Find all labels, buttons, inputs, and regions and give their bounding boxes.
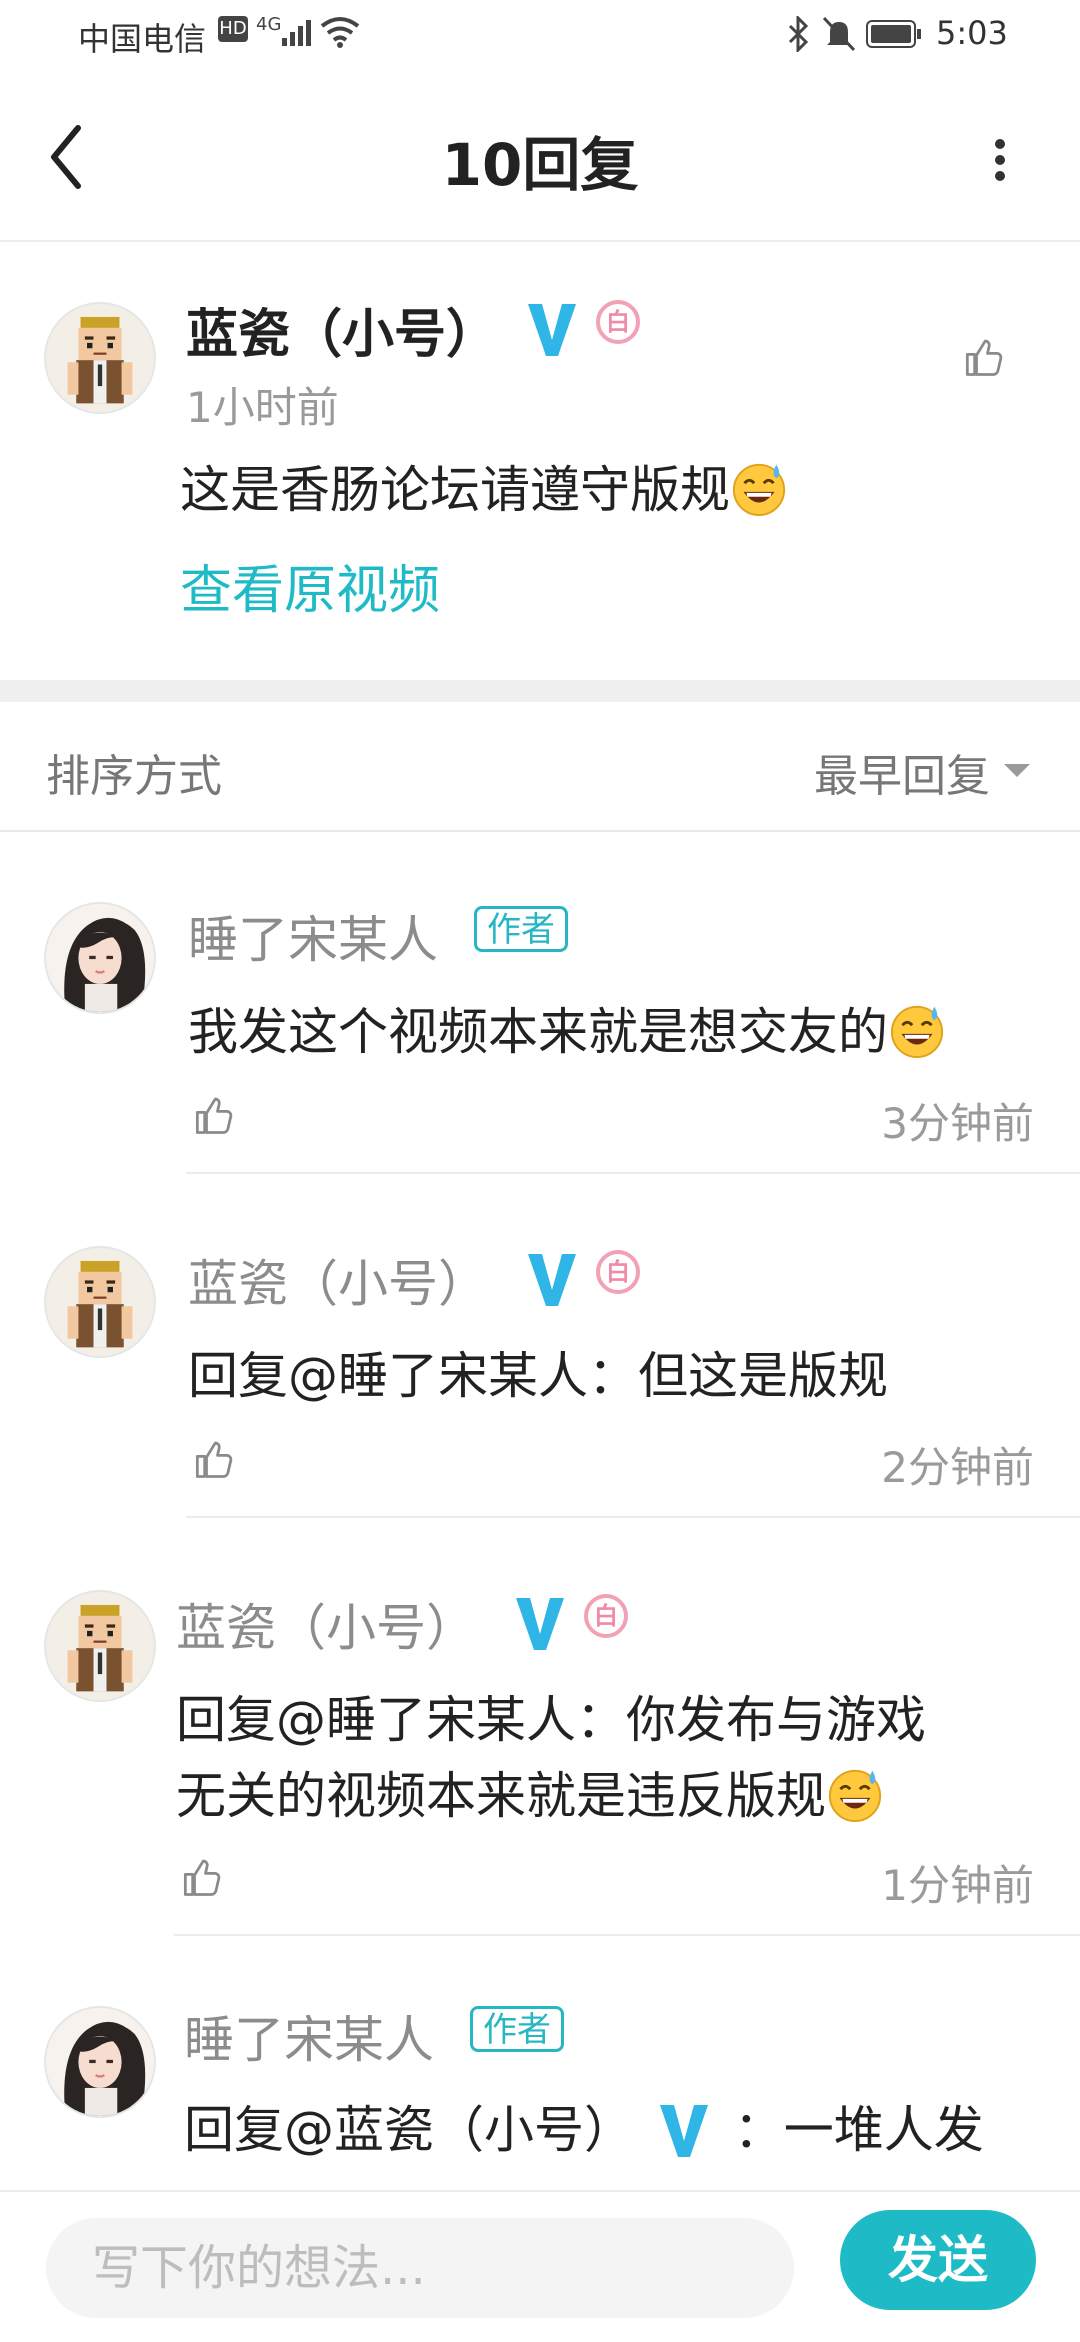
network-type-label: 4G — [256, 14, 282, 35]
comment-input-bar: 写下你的想法... 发送 — [0, 2190, 1080, 2342]
like-thumb-icon[interactable] — [960, 336, 1004, 380]
reply-time: 3分钟前 — [881, 1099, 1034, 1148]
verified-v-icon — [656, 2099, 712, 2161]
reply-author-name[interactable]: 蓝瓷（小号） — [188, 1244, 488, 1316]
bluetooth-icon — [788, 16, 809, 52]
page-title: 10回复 — [441, 131, 639, 199]
sort-bar: 排序方式 最早回复 — [0, 702, 1080, 832]
send-button[interactable]: 发送 — [840, 2210, 1036, 2310]
like-thumb-icon[interactable] — [190, 1094, 234, 1138]
reply-item: 蓝瓷（小号） 白 回复@睡了宋某人：你发布与游戏 无关的视频本来就是违反版规 1… — [0, 1518, 1080, 1936]
author-tag: 作者 — [474, 906, 568, 952]
post-author-name[interactable]: 蓝瓷（小号） — [186, 292, 498, 367]
level-badge: 白 — [584, 1594, 628, 1638]
reply-author-name[interactable]: 睡了宋某人 — [188, 900, 438, 972]
reply-author-name[interactable]: 睡了宋某人 — [184, 2000, 434, 2072]
verified-v-icon — [512, 1592, 568, 1654]
section-divider — [0, 680, 1080, 702]
author-tag: 作者 — [470, 2006, 564, 2052]
post-time: 1小时前 — [186, 383, 339, 432]
avatar[interactable] — [44, 302, 156, 414]
nav-bar: 10回复 — [0, 72, 1080, 242]
sweat-smile-emoji-icon — [826, 1765, 884, 1823]
reply-text: 回复@蓝瓷（小号） ：一堆人发 — [184, 2099, 984, 2161]
reply-time: 2分钟前 — [881, 1443, 1034, 1492]
reply-text: 我发这个视频本来就是想交友的 — [188, 992, 946, 1064]
reply-author-name[interactable]: 蓝瓷（小号） — [176, 1588, 476, 1660]
reply-item: 蓝瓷（小号） 白 回复@睡了宋某人：但这是版规 2分钟前 — [0, 1174, 1080, 1518]
reply-item: 睡了宋某人 作者 回复@蓝瓷（小号） ：一堆人发 — [0, 1936, 1080, 2190]
level-badge: 白 — [596, 300, 640, 344]
verified-v-icon — [524, 298, 580, 360]
clock-label: 5:03 — [936, 14, 1008, 52]
reply-text: 回复@睡了宋某人：但这是版规 — [188, 1347, 888, 1405]
reply-text-line: 回复@睡了宋某人：你发布与游戏 — [176, 1691, 926, 1749]
sweat-smile-emoji-icon — [888, 1001, 946, 1059]
mute-bell-icon — [822, 16, 856, 52]
status-bar: 中国电信 HD 4G 5:03 — [0, 0, 1080, 72]
avatar[interactable] — [44, 1246, 156, 1358]
sort-selector[interactable]: 最早回复 — [814, 740, 990, 804]
verified-v-icon — [524, 1248, 580, 1310]
sweat-smile-emoji-icon — [730, 459, 788, 517]
comment-input[interactable]: 写下你的想法... — [46, 2218, 794, 2318]
reply-time: 1分钟前 — [881, 1861, 1034, 1910]
post-text: 这是香肠论坛请遵守版规 — [180, 450, 788, 522]
more-options-icon[interactable] — [985, 130, 1015, 190]
hd-icon: HD — [218, 16, 248, 42]
avatar[interactable] — [44, 2006, 156, 2118]
like-thumb-icon[interactable] — [190, 1438, 234, 1482]
like-thumb-icon[interactable] — [178, 1856, 222, 1900]
signal-icon — [282, 20, 311, 46]
reply-item: 睡了宋某人 作者 我发这个视频本来就是想交友的 3分钟前 — [0, 830, 1080, 1174]
avatar[interactable] — [44, 902, 156, 1014]
avatar[interactable] — [44, 1590, 156, 1702]
wifi-icon — [320, 17, 360, 48]
view-original-video-link[interactable]: 查看原视频 — [180, 548, 440, 623]
reply-text-line: 无关的视频本来就是违反版规 — [176, 1756, 884, 1828]
battery-icon — [866, 20, 921, 48]
carrier-label: 中国电信 — [78, 20, 207, 58]
chevron-down-icon[interactable] — [1004, 764, 1030, 777]
main-post: 蓝瓷（小号） 白 1小时前 这是香肠论坛请遵守版规 查看原视频 — [0, 242, 1080, 680]
sort-label: 排序方式 — [46, 751, 222, 802]
level-badge: 白 — [596, 1250, 640, 1294]
